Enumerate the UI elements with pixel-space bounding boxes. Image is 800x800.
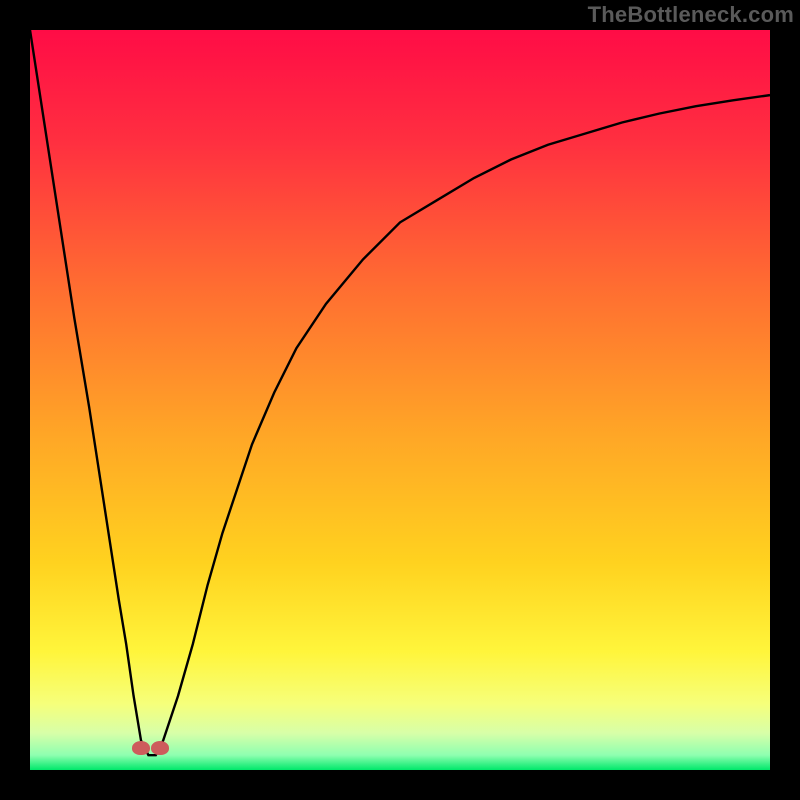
optimal-marker-right: [151, 741, 169, 755]
plot-area: [30, 30, 770, 770]
optimal-marker-left: [132, 741, 150, 755]
bottleneck-curve: [30, 30, 770, 770]
chart-frame: TheBottleneck.com: [0, 0, 800, 800]
watermark-text: TheBottleneck.com: [588, 2, 794, 28]
